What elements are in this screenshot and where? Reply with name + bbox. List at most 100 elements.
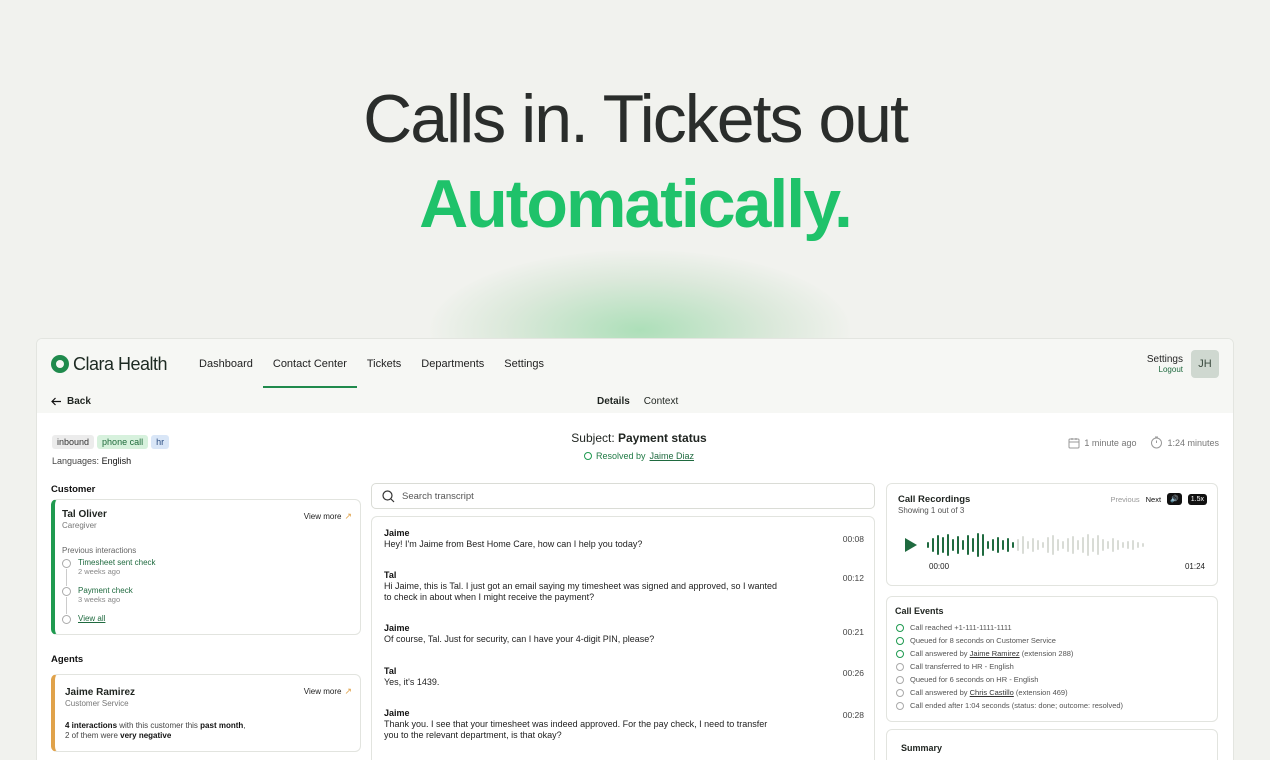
event-text: Call transferred to HR - English (910, 662, 1014, 671)
nav-dashboard[interactable]: Dashboard (189, 341, 263, 388)
agent-stats: 4 interactions with this customer this p… (65, 721, 246, 741)
playback-speed-button[interactable]: 1.5x (1187, 493, 1207, 505)
timestamp[interactable]: 00:12 (843, 573, 864, 583)
search-transcript-input[interactable]: Search transcript (371, 483, 875, 509)
timestamp[interactable]: 00:08 (843, 534, 864, 544)
waveform-bar (1122, 542, 1124, 548)
timeline-dot-icon (62, 559, 71, 568)
back-button[interactable]: Back (51, 396, 91, 407)
resolved-check-icon (583, 452, 592, 460)
event-item: Call reached +1-111-1111-1111 (896, 621, 1123, 634)
tag-inbound[interactable]: inbound (52, 435, 95, 449)
back-label: Back (67, 395, 91, 407)
tab-context[interactable]: Context (644, 396, 678, 407)
time-ago: 1 minute ago (1084, 437, 1137, 448)
waveform-bar (1092, 538, 1094, 552)
settings-link[interactable]: Settings (1147, 354, 1183, 365)
logo[interactable]: Clara Health (51, 353, 168, 375)
tag-phone-call[interactable]: phone call (97, 435, 149, 449)
speaker: Tal (384, 570, 397, 580)
customer-name: Tal Oliver (62, 509, 107, 520)
stat-interactions: 4 interactions (65, 721, 118, 730)
agent-link[interactable]: Chris Castillo (970, 688, 1014, 697)
event-item: Call ended after 1:04 seconds (status: d… (896, 699, 1123, 712)
waveform-bar (1012, 542, 1014, 548)
waveform-bar (942, 537, 944, 553)
waveform-bar (1022, 536, 1024, 554)
waveform-bar (1102, 539, 1104, 551)
transcript-message: Jaime Thank you. I see that your timeshe… (384, 708, 864, 741)
call-duration: 1:24 minutes (1167, 437, 1219, 448)
events-list: Call reached +1-111-1111-1111 Queued for… (896, 621, 1123, 712)
app-window: Clara Health Dashboard Contact Center Ti… (36, 338, 1234, 760)
customer-section-title: Customer (51, 484, 96, 495)
ticket-subject: Subject: Payment status Resolved by Jaim… (517, 431, 761, 461)
agent-view-more[interactable]: View more ↗ (304, 686, 352, 697)
event-text: Call answered by (910, 649, 970, 658)
interaction-title: Timesheet sent check (78, 558, 156, 567)
interaction-item[interactable]: Timesheet sent check 2 weeks ago (62, 558, 156, 586)
tab-details[interactable]: Details (597, 396, 630, 407)
view-all-link[interactable]: View all (62, 614, 156, 628)
stat-period: past month (200, 721, 244, 730)
waveform-bar (957, 536, 959, 554)
nav-tickets[interactable]: Tickets (357, 341, 411, 388)
waveform-bar (1082, 537, 1084, 553)
logout-link[interactable]: Logout (1147, 365, 1183, 374)
previous-recording-button[interactable]: Previous (1110, 495, 1139, 504)
waveform-bar (1062, 541, 1064, 549)
event-status-icon (896, 649, 904, 658)
waveform-bar (1107, 541, 1109, 549)
stat2-prefix: 2 of them were (65, 731, 121, 740)
customer-view-more[interactable]: View more ↗ (304, 511, 352, 522)
transcript-message: Tal Hi Jaime, this is Tal. I just got an… (384, 570, 864, 603)
nav-departments[interactable]: Departments (411, 341, 494, 388)
nav-settings[interactable]: Settings (494, 341, 554, 388)
waveform-bar (1047, 537, 1049, 553)
event-text-suffix: (extension 469) (1013, 688, 1068, 697)
timeline-dot-icon (62, 587, 71, 596)
search-icon (382, 489, 395, 502)
resolved-by-link[interactable]: Jaime Diaz (650, 451, 695, 461)
logo-icon (51, 355, 69, 373)
timestamp[interactable]: 00:26 (843, 668, 864, 678)
agent-name: Jaime Ramirez (65, 687, 136, 698)
timestamp[interactable]: 00:21 (843, 627, 864, 637)
waveform-bar (1027, 541, 1029, 549)
calendar-icon (1068, 437, 1080, 448)
timestamp[interactable]: 00:28 (843, 710, 864, 720)
interaction-item[interactable]: Payment check 3 weeks ago (62, 586, 156, 614)
waveform-bar (972, 538, 974, 552)
waveform-bar (1087, 534, 1089, 556)
stat2-value: very negative (120, 731, 172, 740)
tag-list: inbound phone call hr (52, 435, 170, 449)
external-link-icon: ↗ (344, 686, 352, 696)
waveform-bar (1097, 535, 1099, 555)
speaker: Jaime (384, 623, 410, 633)
waveform-bar (1017, 539, 1019, 551)
tag-hr[interactable]: hr (151, 435, 170, 449)
subject-title: Payment status (618, 431, 707, 445)
event-item: Call transferred to HR - English (896, 660, 1123, 673)
next-recording-button[interactable]: Next (1146, 495, 1161, 504)
ticket-meta: inbound phone call hr Languages: English (52, 435, 170, 466)
event-text: Call ended after 1:04 seconds (status: d… (910, 701, 1124, 710)
detail-tabs: Details Context (597, 396, 678, 407)
waveform-bar (1007, 538, 1009, 552)
volume-icon[interactable]: 🔊 (1167, 493, 1182, 505)
logo-text: Clara Health (73, 353, 168, 374)
avatar[interactable]: JH (1191, 350, 1219, 378)
call-events-card: Call Events Call reached +1-111-1111-111… (886, 596, 1218, 722)
event-item: Queued for 8 seconds on Customer Service (896, 634, 1123, 647)
message-text: Hey! I'm Jaime from Best Home Care, how … (384, 539, 643, 549)
agent-link[interactable]: Jaime Ramirez (970, 649, 1020, 658)
summary-card: Summary (886, 729, 1218, 760)
resolved-status: Resolved by Jaime Diaz (517, 451, 761, 461)
nav-contact-center[interactable]: Contact Center (262, 341, 357, 388)
audio-waveform[interactable] (927, 530, 1207, 560)
play-icon[interactable] (905, 538, 917, 552)
hero-subheadline: Automatically. (419, 166, 853, 242)
event-status-icon (896, 662, 904, 671)
waveform-bar (997, 537, 999, 553)
subject-prefix: Subject: (571, 431, 615, 445)
